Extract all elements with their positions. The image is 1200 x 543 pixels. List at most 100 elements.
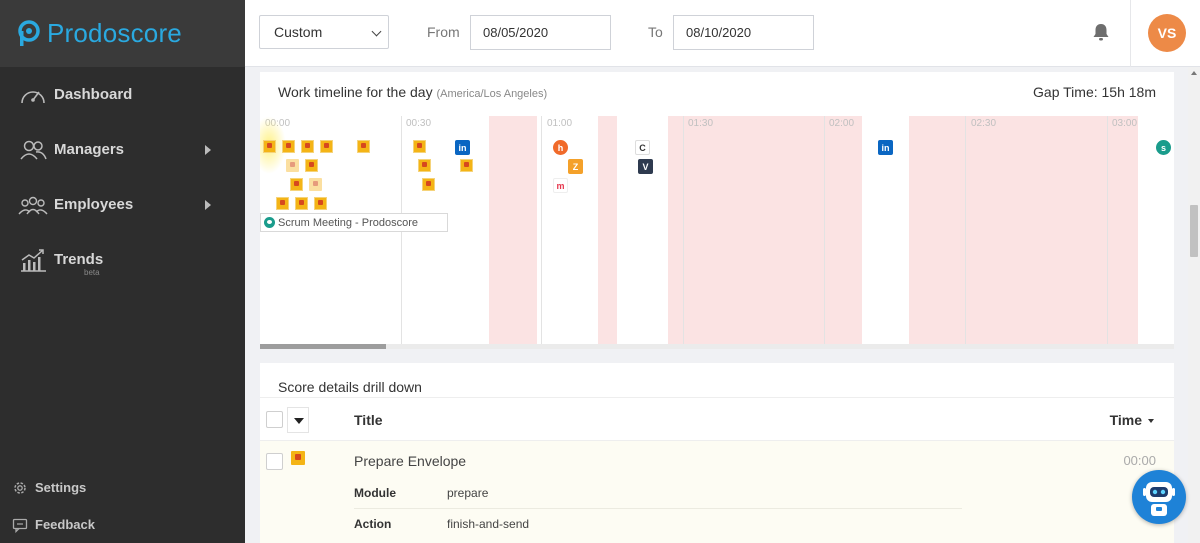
prepare-event-icon[interactable] [282,140,295,153]
prepare-event-icon[interactable] [276,197,289,210]
chevron-down-icon [371,26,382,37]
sidebar-item-employees[interactable]: Employees [0,177,245,232]
page-scroll-thumb[interactable] [1190,205,1198,257]
sidebar-item-label: Feedback [35,517,95,532]
page-scrollbar[interactable] [1188,67,1200,543]
sidebar-item-label: Employees [54,196,134,213]
sidebar-item-label: Trends [54,251,104,268]
sidebar-item-dashboard[interactable]: Dashboard [0,67,245,122]
prepare-event-icon[interactable] [357,140,370,153]
sidebar-item-label: Settings [35,480,87,495]
prepare-event-icon[interactable] [301,140,314,153]
linkedin-icon[interactable]: in [878,140,893,155]
prepare-event-icon[interactable] [263,140,276,153]
meeting-label: Scrum Meeting - Prodoscore [278,216,418,229]
row-time: 00:00 [1123,453,1156,468]
sidebar-item-feedback[interactable]: Feedback [0,506,245,543]
chatbot-button[interactable] [1132,470,1186,524]
prepare-event-icon[interactable] [460,159,473,172]
linkedin-icon[interactable]: in [455,140,470,155]
prodoscore-logo-icon [17,19,41,48]
v-app-icon[interactable]: V [638,159,653,174]
module-detail: Module prepare [354,486,488,500]
date-range-select[interactable]: Custom [259,15,389,49]
timeline-timezone: (America/Los Angeles) [436,88,548,100]
gap-region [668,116,862,344]
from-date-input[interactable] [470,15,611,50]
sidebar-bottom: Settings Feedback [0,469,245,543]
action-detail: Action finish-and-send [354,517,529,531]
column-time-label: Time [1109,412,1142,428]
gap-region [909,116,1138,344]
meeting-event[interactable]: Scrum Meeting - Prodoscore [260,213,448,232]
prepare-event-icon[interactable] [314,197,327,210]
grid-line [683,116,684,344]
gap-region [489,116,537,344]
grid-line [541,116,542,344]
sidebar-item-label: Managers [54,141,125,158]
sidebar-item-settings[interactable]: Settings [0,469,245,506]
timeline-grid[interactable]: 00:00 00:30 01:00 01:30 02:00 02:30 03:0… [260,116,1174,344]
brand[interactable]: Prodoscore [0,0,245,67]
meet-icon[interactable]: s [1156,140,1171,155]
table-header: Title Time [260,397,1174,441]
select-all-checkbox[interactable] [266,411,283,428]
bell-icon[interactable] [1092,22,1110,47]
sidebar: Prodoscore Dashboard Managers Employees … [0,0,245,543]
prepare-event-icon[interactable] [413,140,426,153]
hubspot-icon[interactable]: h [553,140,568,155]
column-time[interactable]: Time [1110,412,1154,428]
prepare-event-icon[interactable] [305,159,318,172]
to-label: To [648,24,663,40]
to-date-input[interactable] [673,15,814,50]
trends-icon [18,247,48,273]
header-divider [1130,0,1131,67]
beta-badge: beta [84,268,100,277]
topbar: Custom From To VS [245,0,1200,67]
tick-label: 03:00 [1112,118,1138,129]
sidebar-item-trends[interactable]: Trends beta [0,232,245,287]
robot-icon [1143,482,1175,516]
gap-region [598,116,617,344]
prepare-event-icon[interactable] [290,178,303,191]
timeline-scrollbar[interactable] [260,344,1174,349]
module-value: prepare [447,486,489,500]
prepare-event-icon[interactable] [309,178,322,191]
speedometer-icon [18,82,48,108]
column-title[interactable]: Title [354,412,383,428]
avatar[interactable]: VS [1148,14,1186,52]
sidebar-item-label: Dashboard [54,86,133,103]
row-title: Prepare Envelope [354,453,467,469]
employees-icon [18,192,48,218]
zapier-icon[interactable]: Z [568,159,583,174]
grid-line [965,116,966,344]
prepare-event-icon[interactable] [320,140,333,153]
timeline-title: Work timeline for the day (America/Los A… [278,84,547,100]
prepare-event-icon[interactable] [418,159,431,172]
row-checkbox[interactable] [266,453,283,470]
tick-label: 02:30 [971,118,997,129]
scroll-up-arrow-icon[interactable] [1191,71,1197,75]
prepare-event-icon[interactable] [295,197,308,210]
sidebar-item-managers[interactable]: Managers [0,122,245,177]
table-row[interactable]: Prepare Envelope 00:00 Module prepare Act… [260,441,1174,543]
bulk-actions-dropdown[interactable] [287,407,309,433]
prepare-event-icon[interactable] [422,178,435,191]
gap-time: Gap Time: 15h 18m [1033,84,1156,100]
grid-line [824,116,825,344]
module-key: Module [354,486,396,500]
grid-line [1107,116,1108,344]
app-c-icon[interactable]: C [635,140,650,155]
prepare-event-icon[interactable] [286,159,299,172]
prepare-event-icon [291,451,305,465]
drilldown-title: Score details drill down [278,379,422,395]
timeline-scroll-thumb[interactable] [260,344,386,349]
caret-right-icon [205,199,211,210]
tick-label: 00:30 [406,118,432,129]
monday-icon[interactable]: m [553,178,568,193]
brand-name: Prodoscore [47,18,182,48]
action-value: finish-and-send [447,517,530,531]
tick-label: 01:30 [688,118,714,129]
timeline-title-text: Work timeline for the day [278,84,433,100]
from-label: From [427,24,460,40]
